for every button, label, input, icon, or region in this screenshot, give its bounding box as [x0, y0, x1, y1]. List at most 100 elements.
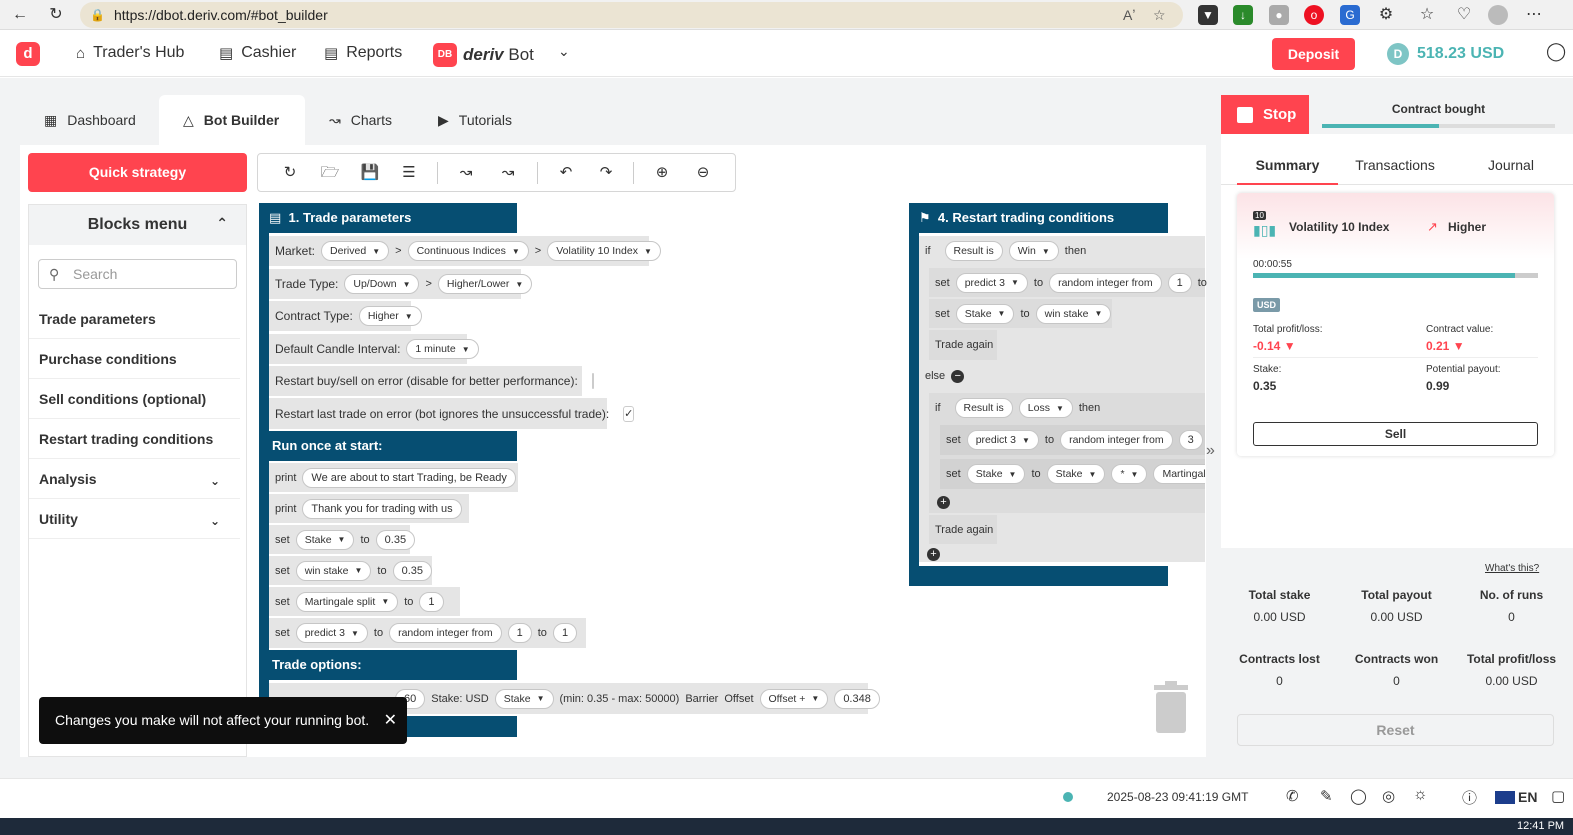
tab-transactions[interactable]: Transactions: [1347, 145, 1443, 185]
offset-dropdown[interactable]: Offset + ▼: [759, 688, 829, 709]
address-bar[interactable]: 🔒 https://dbot.deriv.com/#bot_builder Aʼ…: [80, 2, 1183, 28]
language-selector[interactable]: EN: [1518, 789, 1537, 805]
profile-icon[interactable]: [1488, 5, 1508, 25]
restart-buy-checkbox[interactable]: [591, 373, 594, 389]
chevron-up-icon[interactable]: ⌃: [216, 215, 228, 232]
market-dropdown[interactable]: Derived ▼: [321, 241, 390, 261]
undo-icon[interactable]: ↶: [555, 162, 577, 184]
zoom-out-icon[interactable]: ⊖: [692, 162, 714, 184]
symbol-dropdown[interactable]: Volatility 10 Index ▼: [547, 241, 661, 261]
sort-blocks-icon[interactable]: ☰: [398, 162, 420, 184]
account-icon[interactable]: ◯: [1546, 41, 1566, 62]
random-integer-block[interactable]: random integer from: [1049, 272, 1162, 293]
tab-bot-builder[interactable]: △ Bot Builder: [159, 95, 305, 145]
blocks-menu-header[interactable]: Blocks menu ⌃: [29, 205, 246, 245]
number-field[interactable]: 1: [552, 623, 578, 643]
reload-icon[interactable]: ↻: [44, 4, 68, 26]
quick-strategy-button[interactable]: Quick strategy: [28, 153, 247, 192]
number-field[interactable]: 3: [1178, 430, 1203, 450]
stop-button[interactable]: Stop: [1221, 95, 1309, 134]
contract-card[interactable]: 10 ▮▯▮ Volatility 10 Index ↗ Higher 00:0…: [1237, 193, 1554, 456]
variable-dropdown[interactable]: Stake ▼: [1046, 464, 1106, 484]
zoom-in-icon[interactable]: ⊕: [651, 162, 673, 184]
variable-dropdown[interactable]: predict 3 ▼: [955, 272, 1028, 293]
theme-icon[interactable]: ☼: [1413, 786, 1428, 804]
result-dropdown[interactable]: Win ▼: [1008, 241, 1059, 261]
chart-icon[interactable]: ↝: [455, 162, 477, 184]
extension-icon[interactable]: ●: [1269, 5, 1289, 25]
trading-view-icon[interactable]: ↝: [497, 162, 519, 184]
variable-dropdown[interactable]: Stake ▼: [955, 303, 1015, 324]
close-icon[interactable]: ✕: [384, 697, 397, 744]
candle-interval-dropdown[interactable]: 1 minute ▼: [406, 339, 479, 359]
result-dropdown[interactable]: Loss ▼: [1018, 398, 1073, 418]
blocks-menu-item[interactable]: Restart trading conditions: [29, 419, 240, 459]
restart-last-checkbox[interactable]: ✓: [623, 405, 635, 422]
random-integer-block[interactable]: random integer from: [389, 623, 502, 643]
deriv-logo[interactable]: d: [16, 42, 40, 66]
blocks-menu-item[interactable]: Purchase conditions: [29, 339, 240, 379]
sell-button[interactable]: Sell: [1253, 422, 1538, 446]
nav-traders-hub[interactable]: ⌂ Trader's Hub: [76, 44, 184, 62]
help-icon[interactable]: ⓘ: [1462, 787, 1477, 808]
back-icon[interactable]: ←: [8, 4, 32, 26]
shield-icon[interactable]: ◯: [1350, 787, 1367, 805]
nav-reports[interactable]: ▤ Reports: [324, 44, 402, 62]
print-text-2[interactable]: Thank you for trading with us: [302, 498, 462, 519]
number-field[interactable]: 0.35: [392, 560, 432, 581]
blocks-search-input[interactable]: ⚲ Search: [38, 259, 237, 289]
number-field[interactable]: 1: [1167, 272, 1192, 293]
responsible-trading-icon[interactable]: ◎: [1382, 787, 1395, 805]
chat-icon[interactable]: ✎: [1320, 787, 1333, 805]
trade-subtype-dropdown[interactable]: Higher/Lower ▼: [437, 274, 533, 294]
variable-dropdown[interactable]: win stake ▼: [295, 560, 372, 581]
add-icon[interactable]: +: [937, 496, 950, 509]
tab-journal[interactable]: Journal: [1479, 145, 1543, 185]
variable-dropdown[interactable]: Martingale s: [1153, 464, 1205, 484]
deposit-button[interactable]: Deposit: [1272, 38, 1355, 70]
extension-icon[interactable]: o: [1304, 5, 1324, 25]
nav-cashier[interactable]: ▤ Cashier: [219, 44, 296, 62]
tab-dashboard[interactable]: ▦ Dashboard: [20, 95, 160, 145]
variable-dropdown[interactable]: Stake ▼: [966, 464, 1026, 484]
blocks-menu-item-utility[interactable]: Utility ⌄: [29, 499, 240, 539]
variable-dropdown[interactable]: predict 3 ▼: [966, 430, 1039, 450]
random-integer-block[interactable]: random integer from: [1060, 430, 1173, 450]
variable-dropdown[interactable]: predict 3 ▼: [295, 623, 368, 643]
number-field[interactable]: 1: [507, 623, 532, 643]
favorites-icon[interactable]: ☆: [1415, 4, 1439, 26]
dbot-brand[interactable]: DB deriv Bot: [433, 43, 534, 67]
variable-dropdown[interactable]: win stake ▼: [1035, 303, 1112, 324]
result-is-block[interactable]: Result is: [954, 398, 1013, 418]
more-icon[interactable]: ⋯: [1522, 4, 1546, 26]
operator-dropdown[interactable]: * ▼: [1111, 464, 1148, 484]
collapse-panel-icon[interactable]: »: [1206, 442, 1215, 460]
reset-button[interactable]: Reset: [1237, 714, 1554, 746]
print-text-1[interactable]: We are about to start Trading, be Ready: [302, 467, 516, 488]
number-field[interactable]: 0.35: [375, 529, 416, 550]
read-aloud-icon[interactable]: Aʼ: [1123, 2, 1135, 28]
extension-icon[interactable]: ▼: [1198, 5, 1218, 25]
open-folder-icon[interactable]: 🗁: [319, 162, 341, 184]
trade-type-dropdown[interactable]: Up/Down ▼: [344, 274, 420, 294]
contract-type-dropdown[interactable]: Higher ▼: [358, 306, 422, 326]
stake-variable-dropdown[interactable]: Stake ▼: [494, 688, 554, 709]
minus-icon[interactable]: −: [951, 369, 965, 383]
fullscreen-icon[interactable]: ▢: [1551, 787, 1565, 805]
trash-icon[interactable]: [1152, 681, 1190, 733]
tab-charts[interactable]: ↝ Charts: [305, 95, 416, 145]
offset-value-field[interactable]: 0.348: [834, 688, 880, 709]
tab-summary[interactable]: Summary: [1237, 145, 1338, 185]
blocks-menu-item[interactable]: Trade parameters: [29, 299, 240, 339]
favorite-star-icon[interactable]: ☆: [1153, 2, 1166, 28]
whatsapp-icon[interactable]: ✆: [1286, 787, 1299, 805]
redo-icon[interactable]: ↷: [595, 162, 617, 184]
result-is-block[interactable]: Result is: [944, 241, 1003, 261]
blocks-menu-item[interactable]: Sell conditions (optional): [29, 379, 240, 419]
puzzle-icon[interactable]: ⚙: [1374, 4, 1398, 26]
trade-again-block[interactable]: Trade again: [929, 515, 997, 544]
number-field[interactable]: 1: [419, 591, 444, 612]
blocks-menu-item-analysis[interactable]: Analysis ⌄: [29, 459, 240, 499]
reset-icon[interactable]: ↻: [279, 162, 301, 184]
trade-again-block[interactable]: Trade again: [929, 330, 997, 360]
